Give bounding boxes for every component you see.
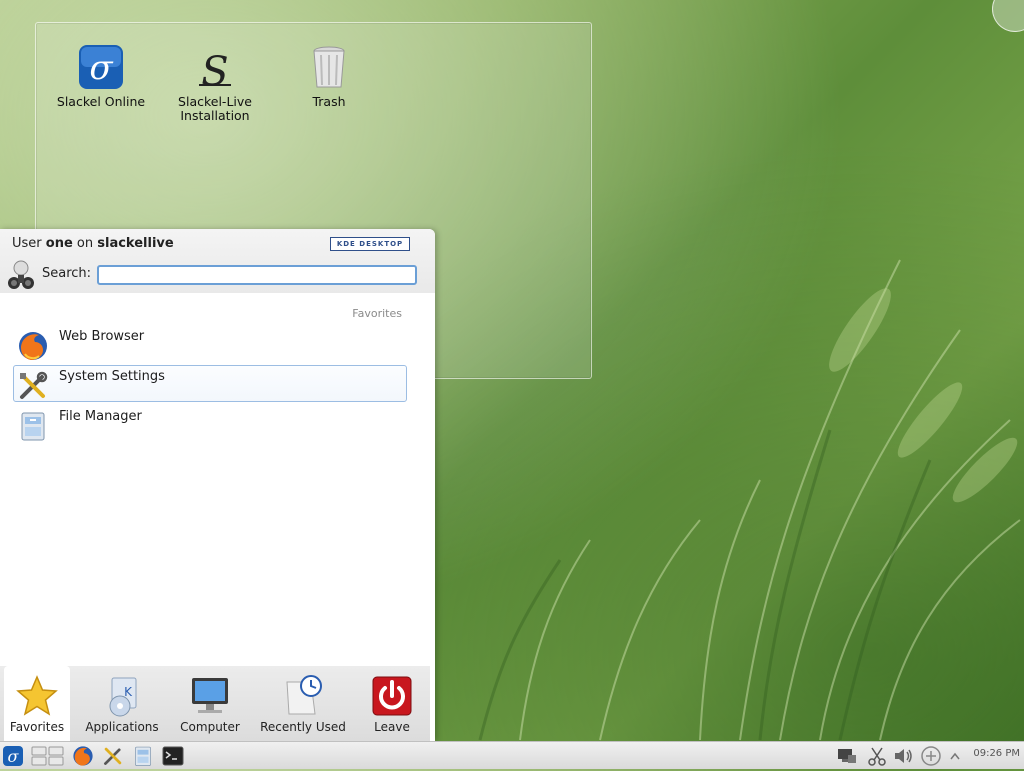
user-prefix: User <box>12 236 46 251</box>
favorite-system-settings[interactable]: System Settings <box>13 365 407 402</box>
clock[interactable]: 09:26 PM <box>973 748 1020 759</box>
power-icon <box>370 674 414 718</box>
network-icon[interactable] <box>836 745 858 767</box>
desktop-icon-label: Slackel Online <box>56 94 146 109</box>
applications-icon: K <box>100 674 144 718</box>
tab-label: Applications <box>85 720 159 734</box>
tab-label: Recently Used <box>260 720 346 734</box>
tab-computer[interactable]: Computer <box>176 666 244 741</box>
firefox-icon[interactable] <box>72 745 94 767</box>
favorite-label: Web Browser <box>59 329 145 344</box>
binoculars-icon <box>5 259 37 291</box>
slackel-online-icon: σ <box>77 43 125 91</box>
svg-text:K: K <box>124 685 133 699</box>
tab-leave[interactable]: Leave <box>362 666 422 741</box>
update-icon[interactable] <box>920 745 942 767</box>
desktop-icon-slackel-online[interactable]: σ Slackel Online <box>51 43 151 109</box>
tab-applications[interactable]: K Applications <box>80 666 164 741</box>
kickoff-header: User one on slackellive KDE DESKTOP Sear… <box>0 229 435 293</box>
clipboard-scissors-icon[interactable] <box>866 745 888 767</box>
file-manager-icon <box>17 410 49 442</box>
favorite-file-manager[interactable]: File Manager <box>13 405 407 442</box>
desktop-icon-trash[interactable]: Trash <box>279 43 379 109</box>
pager-icon[interactable] <box>31 745 65 767</box>
slackel-install-icon: S <box>191 43 239 95</box>
tab-label: Leave <box>374 720 410 734</box>
taskbar-panel: σ 09:26 PM <box>0 741 1024 769</box>
desktop-icon-slackel-install[interactable]: S Slackel-Live Installation <box>165 43 265 123</box>
svg-text:σ: σ <box>89 48 113 88</box>
volume-icon[interactable] <box>892 745 914 767</box>
settings-tools-icon <box>17 370 49 402</box>
tab-recently-used[interactable]: Recently Used <box>258 666 348 741</box>
kickoff-favorites-panel: Favorites Web Browser System Settings Fi… <box>0 293 430 666</box>
favorite-web-browser[interactable]: Web Browser <box>13 325 407 362</box>
favorite-label: System Settings <box>59 369 165 384</box>
firefox-icon <box>17 330 49 362</box>
favorite-label: File Manager <box>59 409 142 424</box>
trash-icon <box>305 43 353 91</box>
desktop-toolbox-button[interactable] <box>992 0 1024 32</box>
kickoff-tab-bar: Favorites K Applications Computer Recent… <box>0 666 430 741</box>
user-mid: on <box>72 236 98 251</box>
tab-label: Computer <box>180 720 240 734</box>
svg-text:σ: σ <box>8 747 20 766</box>
clock-icon <box>281 674 325 718</box>
kde-desktop-badge: KDE DESKTOP <box>330 237 410 251</box>
user-info: User one on slackellive <box>12 236 174 251</box>
file-manager-icon[interactable] <box>132 745 154 767</box>
host-name: slackellive <box>97 236 174 251</box>
slackel-launcher-icon[interactable]: σ <box>2 745 24 767</box>
tab-label: Favorites <box>9 720 65 734</box>
terminal-icon[interactable] <box>162 745 184 767</box>
computer-icon <box>188 674 232 718</box>
search-label: Search: <box>42 266 92 281</box>
settings-tools-icon[interactable] <box>102 745 124 767</box>
section-title: Favorites <box>352 307 402 320</box>
user-name: one <box>45 236 73 251</box>
tray-expand-icon[interactable] <box>948 745 962 767</box>
tab-favorites[interactable]: Favorites <box>4 666 70 741</box>
desktop-icon-label: Trash <box>312 94 346 109</box>
search-input[interactable] <box>97 265 417 285</box>
desktop-icon-label: Slackel-Live Installation <box>178 94 252 123</box>
kickoff-menu: User one on slackellive KDE DESKTOP Sear… <box>0 229 435 741</box>
star-icon <box>15 674 59 718</box>
